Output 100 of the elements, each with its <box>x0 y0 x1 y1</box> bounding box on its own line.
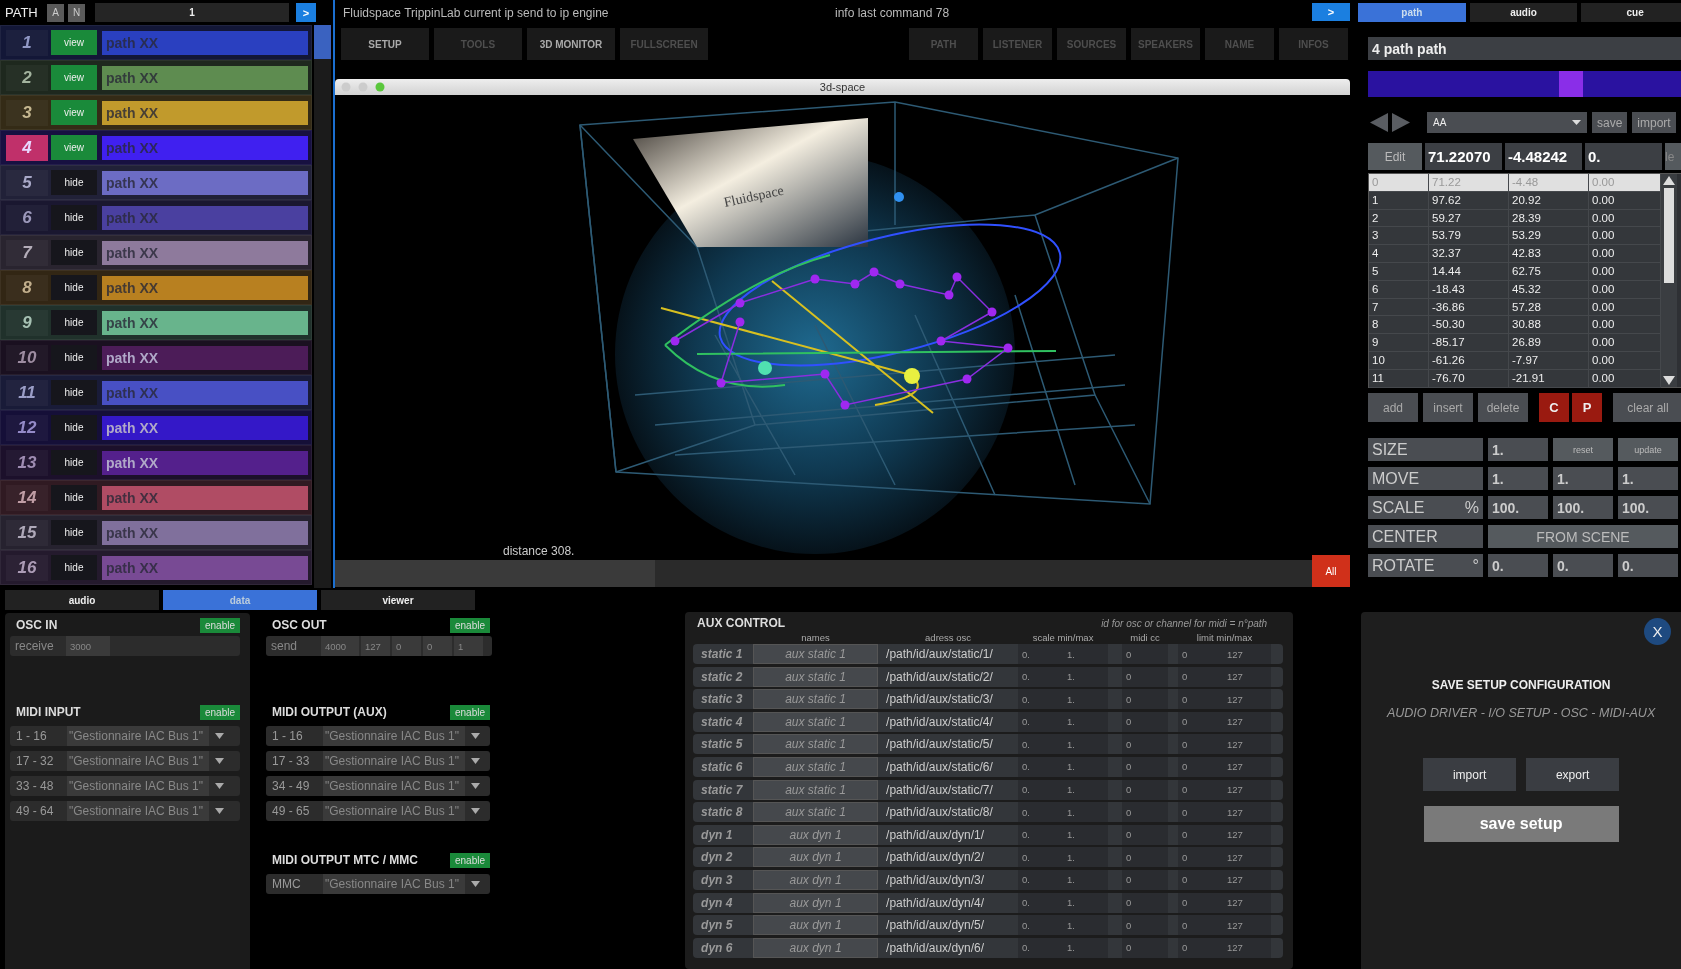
value-field[interactable]: 127 <box>1223 869 1272 890</box>
path-name-field[interactable]: path XX <box>102 520 308 545</box>
value-field[interactable]: 0 <box>1178 666 1224 687</box>
value-field[interactable]: 0 <box>1178 689 1224 710</box>
path-number[interactable]: 1 <box>6 29 48 56</box>
value-field[interactable]: 0 <box>1178 824 1224 845</box>
tab[interactable]: data <box>163 590 317 610</box>
device-dropdown[interactable]: "Gestionnaire IAC Bus 1" <box>67 751 209 771</box>
scroll-track[interactable] <box>335 560 1312 587</box>
close-button[interactable]: X <box>1644 618 1671 645</box>
value-field[interactable]: 0 <box>1178 779 1224 800</box>
path-number[interactable]: 11 <box>6 379 48 406</box>
value-field[interactable]: 0. <box>1018 802 1064 823</box>
tab[interactable]: cue <box>1581 3 1681 22</box>
edit-button[interactable]: Edit <box>1368 143 1422 170</box>
name-field[interactable]: aux static 1 <box>753 666 879 687</box>
path-name-field[interactable]: path XX <box>102 240 308 265</box>
value-field[interactable]: 0. <box>1018 937 1064 958</box>
midi-port-row[interactable]: MMC "Gestionnaire IAC Bus 1" <box>266 874 490 894</box>
dropdown-caret-icon[interactable] <box>1572 120 1581 125</box>
value-field[interactable]: 0 <box>1122 756 1169 777</box>
value-field[interactable]: 1. <box>1063 937 1109 958</box>
scroll-down-icon[interactable] <box>1663 376 1675 385</box>
value-field[interactable]: 127 <box>1223 711 1272 732</box>
value-field[interactable]: 0. <box>1018 915 1064 936</box>
value-field[interactable]: 1. <box>1553 467 1613 490</box>
path-number[interactable]: 14 <box>6 484 48 511</box>
dropdown-caret-icon[interactable] <box>471 733 480 739</box>
value-field[interactable]: 0 <box>1122 711 1169 732</box>
send-field[interactable]: send 4000 127 0 0 1 <box>266 636 492 656</box>
path-number[interactable]: 3 <box>6 99 48 126</box>
path-number[interactable]: 7 <box>6 239 48 266</box>
visibility-button[interactable]: hide <box>51 415 97 440</box>
dropdown-caret-icon[interactable] <box>471 783 480 789</box>
path-name-field[interactable]: path XX <box>102 310 308 335</box>
go-button[interactable]: > <box>1312 3 1350 21</box>
action-button[interactable]: add <box>1368 393 1418 422</box>
update-button[interactable]: update <box>1618 438 1678 461</box>
value-field[interactable]: 1. <box>1063 734 1109 755</box>
value-field[interactable]: 0 <box>1122 689 1169 710</box>
scrollbar[interactable] <box>1661 174 1677 387</box>
go-button[interactable]: > <box>296 3 316 22</box>
visibility-button[interactable]: hide <box>51 310 97 335</box>
value-field[interactable]: 127 <box>1223 892 1272 913</box>
value-field[interactable]: 0 <box>1178 892 1224 913</box>
name-field[interactable]: aux dyn 1 <box>753 915 879 936</box>
value-field[interactable]: 0 <box>1122 937 1169 958</box>
visibility-button[interactable]: view <box>51 30 97 55</box>
path-name-field[interactable]: path XX <box>102 415 308 440</box>
path-number[interactable]: 15 <box>6 519 48 546</box>
port-field[interactable]: 3000 <box>66 636 110 656</box>
name-field[interactable]: aux dyn 1 <box>753 824 879 845</box>
value-field[interactable]: 4000 <box>321 636 359 656</box>
path-name-field[interactable]: path XX <box>102 100 308 125</box>
device-dropdown[interactable]: "Gestionnaire IAC Bus 1" <box>323 776 465 796</box>
device-dropdown[interactable]: "Gestionnaire IAC Bus 1" <box>323 726 465 746</box>
name-field[interactable]: aux static 1 <box>753 779 879 800</box>
path-number[interactable]: 9 <box>6 309 48 336</box>
visibility-button[interactable]: hide <box>51 555 97 580</box>
action-button[interactable]: delete <box>1478 393 1528 422</box>
midi-port-row[interactable]: 34 - 49 "Gestionnaire IAC Bus 1" <box>266 776 490 796</box>
action-button[interactable]: clear all <box>1613 393 1681 422</box>
toggle-button[interactable]: A <box>47 3 64 22</box>
scrollbar-thumb[interactable] <box>1664 188 1674 283</box>
value-field[interactable]: 127 <box>1223 915 1272 936</box>
path-number[interactable]: 5 <box>6 169 48 196</box>
value-field[interactable]: 100. <box>1488 496 1548 519</box>
name-field[interactable]: aux static 1 <box>753 734 879 755</box>
value-field[interactable]: 0. <box>1018 711 1064 732</box>
path-number[interactable]: 12 <box>6 414 48 441</box>
value-field[interactable]: 1. <box>1488 467 1548 490</box>
dialog-button[interactable]: import <box>1423 758 1517 791</box>
value-field[interactable]: 0 <box>1178 644 1224 664</box>
value-field[interactable]: 0 <box>1122 892 1169 913</box>
dropdown-caret-icon[interactable] <box>471 758 480 764</box>
color-bar[interactable] <box>1368 71 1681 97</box>
table-row[interactable]: 8 -50.30 30.88 0.00 <box>1369 316 1661 335</box>
value-field[interactable]: 0 <box>1122 644 1169 664</box>
value-field[interactable]: 1 <box>454 636 483 656</box>
scroll-thumb[interactable] <box>335 560 655 587</box>
value-field[interactable]: 0 <box>1178 847 1224 868</box>
device-dropdown[interactable]: "Gestionnaire IAC Bus 1" <box>323 801 465 821</box>
visibility-button[interactable]: hide <box>51 345 97 370</box>
value-field[interactable]: 0. <box>1488 554 1548 577</box>
value-field[interactable]: 127 <box>1223 847 1272 868</box>
value-field[interactable]: 0 <box>1122 869 1169 890</box>
value-field[interactable]: 127 <box>1223 802 1272 823</box>
visibility-button[interactable]: hide <box>51 450 97 475</box>
name-field[interactable]: aux static 1 <box>753 756 879 777</box>
dropdown-caret-icon[interactable] <box>215 783 224 789</box>
value-field[interactable]: 0. <box>1018 689 1064 710</box>
value-field[interactable]: 0. <box>1018 869 1064 890</box>
value-field[interactable]: 1. <box>1063 711 1109 732</box>
midi-port-row[interactable]: 49 - 64 "Gestionnaire IAC Bus 1" <box>10 801 240 821</box>
value-field[interactable]: 0 <box>1122 734 1169 755</box>
value-field[interactable]: 0 <box>392 636 421 656</box>
device-dropdown[interactable]: "Gestionnaire IAC Bus 1" <box>67 776 209 796</box>
all-button[interactable]: All <box>1312 555 1350 587</box>
value-field[interactable]: 0. <box>1018 666 1064 687</box>
from-scene-button[interactable]: FROM SCENE <box>1488 525 1678 548</box>
